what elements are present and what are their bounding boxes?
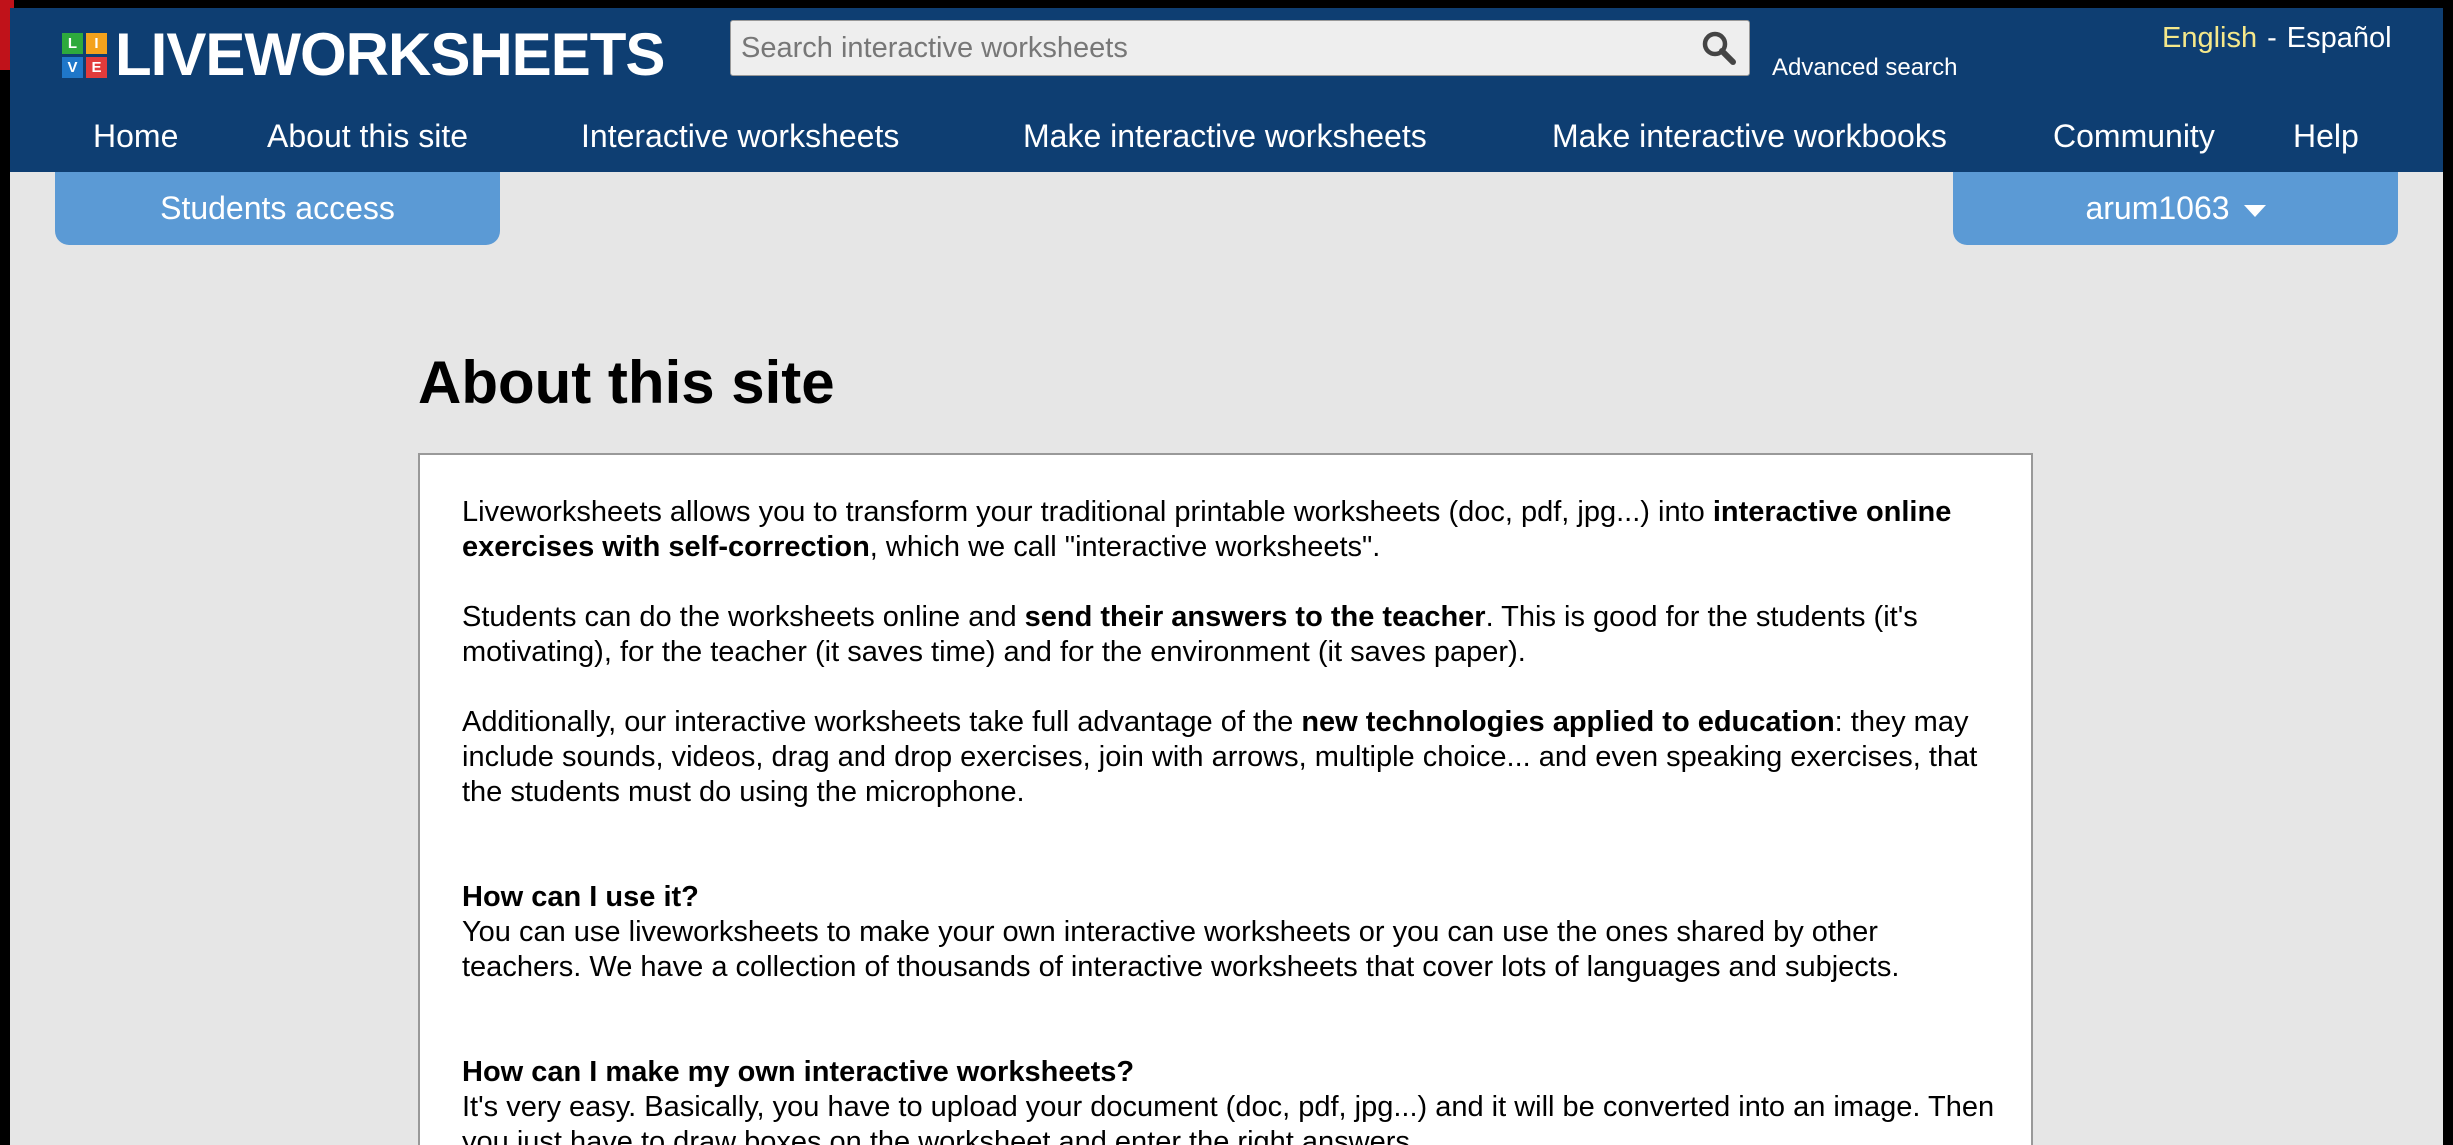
logo-text: LIVEWORKSHEETS [115,21,665,88]
search-box [730,20,1750,76]
intro-paragraph: Liveworksheets allows you to transform y… [462,495,1997,565]
intro-text-2: , which we call "interactive worksheets"… [869,531,1381,563]
caret-down-icon [2243,204,2266,217]
make-paragraph: It's very easy. Basically, you have to u… [462,1091,1995,1145]
section-heading-use: How can I use it? [462,881,699,913]
students-paragraph: Students can do the worksheets online an… [462,600,1997,670]
about-content: Liveworksheets allows you to transform y… [462,495,1997,1145]
logo-letter-i: I [86,32,107,54]
logo-letter-v: V [62,56,83,78]
language-english[interactable]: English [2162,22,2257,55]
logo-mark: L I V E [62,32,107,78]
search-icon[interactable] [1689,21,1749,75]
language-separator: - [2267,22,2277,54]
username: arum1063 [2085,190,2230,226]
use-paragraph: You can use liveworksheets to make your … [462,916,1900,983]
technologies-text-1: Additionally, our interactive worksheets… [462,706,1302,738]
page-title: About this site [418,349,835,416]
site-header: L I V E LIVEWORKSHEETS Advanced search E… [10,8,2443,172]
advanced-search-link[interactable]: Advanced search [1772,54,1957,82]
nav-make-workbooks[interactable]: Make interactive workbooks [1552,118,1947,155]
nav-interactive-worksheets[interactable]: Interactive worksheets [581,118,899,155]
students-access-button[interactable]: Students access [55,172,500,245]
technologies-paragraph: Additionally, our interactive worksheets… [462,705,1997,810]
students-text-1: Students can do the worksheets online an… [462,601,1025,633]
intro-text-1: Liveworksheets allows you to transform y… [462,496,1713,528]
nav-help[interactable]: Help [2293,118,2359,155]
students-access-label: Students access [160,190,395,226]
language-spanish[interactable]: Español [2287,22,2392,55]
language-switcher: English - Español [2162,22,2392,55]
logo-letter-l: L [62,32,83,54]
page: L I V E LIVEWORKSHEETS Advanced search E… [10,8,2443,1145]
nav-make-worksheets[interactable]: Make interactive worksheets [1023,118,1427,155]
about-content-box: Liveworksheets allows you to transform y… [418,453,2033,1145]
user-menu-button[interactable]: arum1063 [1953,172,2398,245]
logo-letter-e: E [86,56,107,78]
site-logo[interactable]: L I V E LIVEWORKSHEETS [62,21,665,88]
search-input[interactable] [731,21,1689,75]
technologies-bold: new technologies applied to education [1301,706,1835,738]
nav-home[interactable]: Home [93,118,178,155]
students-bold: send their answers to the teacher [1024,601,1486,633]
nav-about[interactable]: About this site [267,118,468,155]
nav-community[interactable]: Community [2053,118,2215,155]
section-heading-make: How can I make my own interactive worksh… [462,1056,1135,1088]
